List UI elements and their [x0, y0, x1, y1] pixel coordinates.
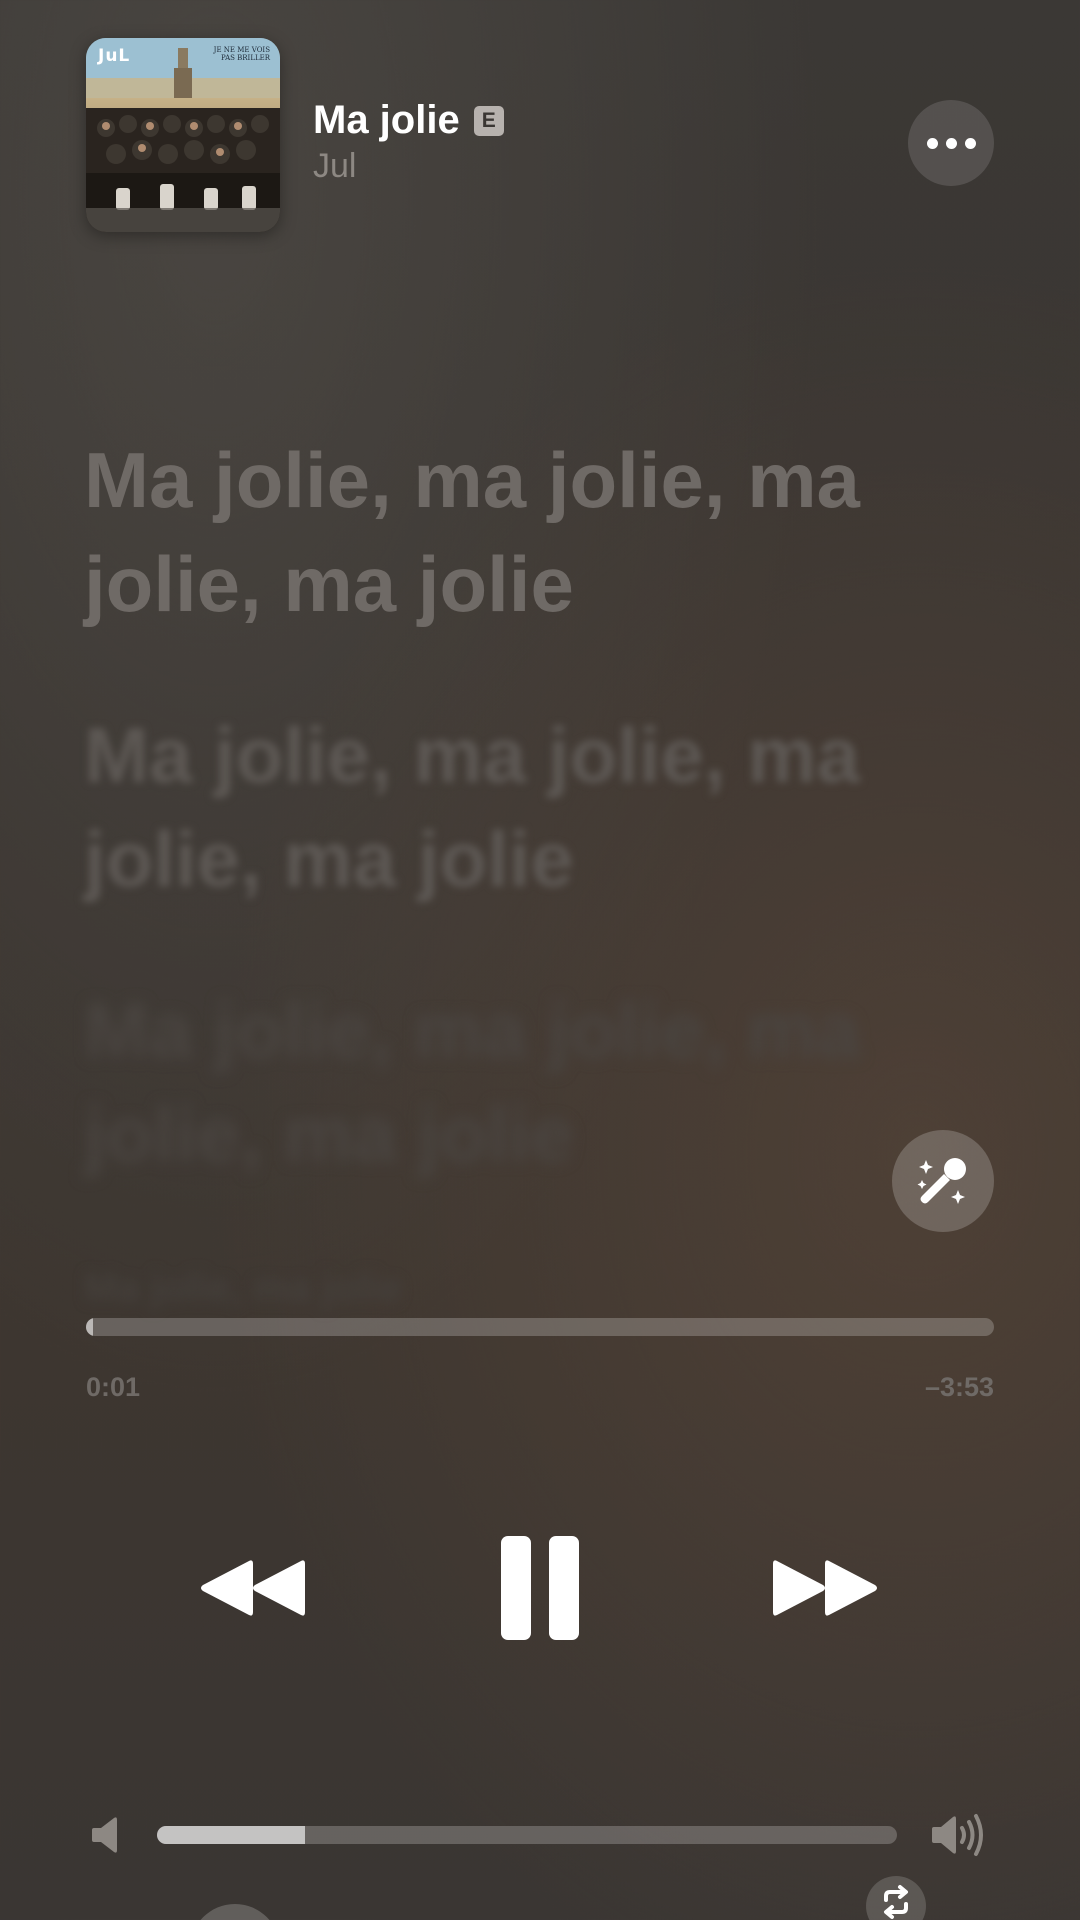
lyric-line-faded: Ma jolie, ma jolie	[84, 1266, 402, 1310]
elapsed-time: 0:01	[86, 1372, 141, 1402]
lyric-line-next[interactable]: Ma jolie, ma jolie, ma jolie, ma jolie	[84, 703, 984, 911]
repeat-icon	[884, 1885, 908, 1919]
sing-along-button[interactable]	[892, 1130, 994, 1232]
volume-slider-fill	[157, 1826, 305, 1844]
track-title[interactable]: Ma jolie	[313, 98, 460, 143]
fast-forward-button[interactable]	[766, 1548, 886, 1628]
remaining-time: –3:53	[924, 1372, 994, 1402]
track-title-row[interactable]: Ma jolie E	[313, 98, 504, 143]
lyric-line-upcoming[interactable]: Ma jolie, ma jolie, ma jolie, ma jolie	[84, 978, 984, 1186]
lyric-line-current[interactable]: Ma jolie, ma jolie, ma jolie, ma jolie	[84, 428, 984, 636]
repeat-button[interactable]	[866, 1876, 926, 1920]
album-art-crowd-image	[86, 38, 280, 232]
microphone-sparkles-icon	[917, 1158, 966, 1204]
artist-name[interactable]: Jul	[313, 147, 356, 186]
rewind-button[interactable]	[192, 1548, 312, 1628]
album-art-subtitle: JE NE ME VOIS PAS BRILLER	[213, 46, 270, 62]
explicit-badge: E	[473, 105, 504, 136]
ellipsis-icon-dot	[945, 137, 957, 149]
playback-progress-slider[interactable]	[86, 1318, 994, 1336]
volume-slider[interactable]	[157, 1826, 897, 1844]
more-options-button[interactable]	[908, 100, 994, 186]
pause-button[interactable]	[490, 1530, 590, 1646]
album-art-logo: JuL	[98, 46, 131, 66]
ellipsis-icon	[926, 137, 938, 149]
rewind-icon	[201, 1560, 305, 1616]
ellipsis-icon-dot	[964, 137, 976, 149]
bottom-left-control[interactable]	[190, 1904, 280, 1920]
album-art[interactable]: JuL JE NE ME VOIS PAS BRILLER	[86, 38, 280, 232]
speaker-high-icon	[932, 1814, 983, 1856]
playback-progress-fill	[86, 1318, 94, 1336]
fast-forward-icon	[773, 1560, 877, 1616]
pause-icon	[501, 1536, 579, 1640]
speaker-low-icon	[92, 1817, 117, 1853]
